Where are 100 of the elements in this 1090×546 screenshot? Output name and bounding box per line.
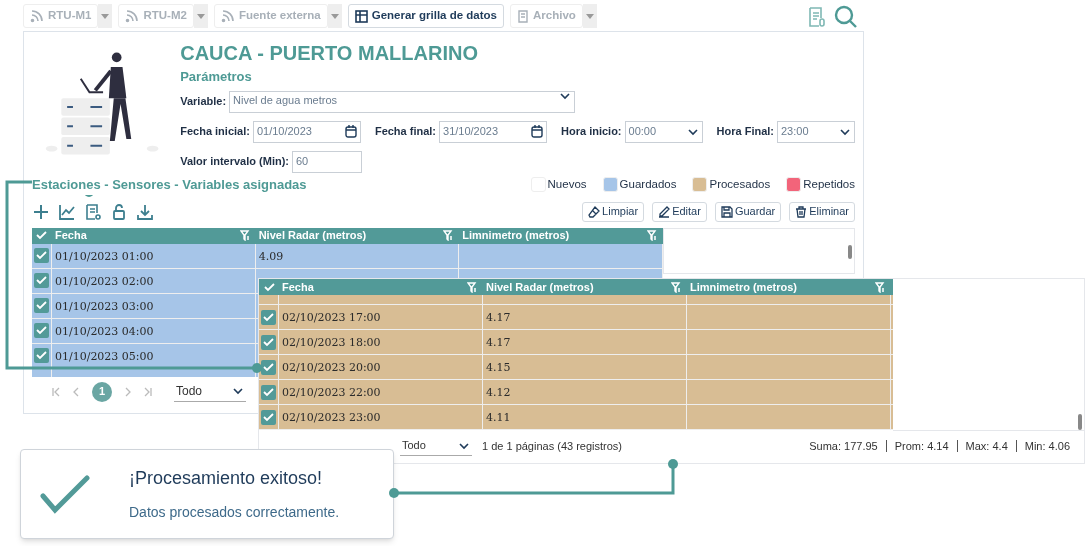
filter-icon[interactable]: [647, 230, 657, 241]
pagination-summary: 1 de 1 páginas (43 registros): [482, 438, 623, 454]
action-button[interactable]: Editar: [652, 201, 707, 222]
check-icon[interactable]: [263, 282, 275, 292]
legend-label: Nuevos: [547, 177, 587, 193]
row-checkbox[interactable]: [261, 334, 276, 350]
row-checkbox[interactable]: [34, 248, 49, 263]
section-title: Parámetros: [180, 68, 253, 86]
field-label: Valor intervalo (Min):: [180, 154, 289, 170]
pencil-icon: [658, 205, 671, 218]
page-size-select[interactable]: Todo: [400, 436, 472, 456]
check-icon: [36, 276, 47, 285]
chevron-icon: [839, 127, 851, 136]
input-field[interactable]: 01/10/2023: [252, 120, 361, 143]
row-checkbox[interactable]: [261, 384, 276, 400]
eraser-icon: [588, 205, 601, 218]
column-header[interactable]: Fecha: [282, 279, 314, 296]
table-cell: 01/10/2023 01:00: [51, 243, 256, 268]
calendar-icon: [344, 125, 357, 138]
row-checkbox[interactable]: [34, 323, 49, 338]
first-page-icon[interactable]: [52, 386, 60, 397]
row-checkbox[interactable]: [34, 273, 49, 288]
column-header[interactable]: Limnimetro (metros): [462, 227, 570, 244]
document-icon[interactable]: [806, 6, 828, 28]
table-icon: [354, 9, 368, 23]
scrollbar[interactable]: [848, 244, 852, 259]
table-cell: 02/10/2023 17:00: [279, 305, 483, 329]
filter-icon[interactable]: [467, 281, 477, 293]
input-field[interactable]: 31/10/2023: [439, 120, 548, 143]
action-button[interactable]: Limpiar: [582, 201, 645, 222]
station-title: CAUCA - PUERTO MALLARINO: [180, 41, 479, 66]
lock-icon[interactable]: [110, 202, 128, 221]
row-checkbox[interactable]: [261, 359, 276, 375]
search-icon[interactable]: [834, 5, 858, 29]
column-header[interactable]: Nivel Radar (metros): [258, 227, 367, 244]
rss-icon: [220, 9, 235, 23]
check-icon: [263, 337, 274, 347]
check-icon: [36, 351, 47, 360]
check-icon[interactable]: [36, 231, 48, 240]
dropdown-button[interactable]: [98, 4, 113, 28]
check-icon: [263, 387, 274, 397]
rss-icon: [30, 9, 44, 23]
column-header[interactable]: Nivel Radar (metros): [486, 279, 594, 296]
action-button[interactable]: Guardar: [714, 201, 782, 222]
field-label: Hora Final:: [716, 124, 774, 140]
table-cell: 4.11: [483, 405, 687, 429]
table-cell: 01/10/2023 04:00: [51, 318, 256, 343]
column-header[interactable]: Limnimetro (metros): [690, 279, 797, 296]
caret-icon: [585, 13, 594, 19]
field-label: Variable:: [180, 94, 227, 110]
previous-page-icon[interactable]: [72, 386, 80, 397]
table-cell: 4.17: [483, 305, 687, 329]
row-checkbox[interactable]: [261, 409, 276, 425]
summary-stat: Min: 4.06: [1024, 438, 1070, 454]
table-cell: 4.17: [483, 330, 687, 354]
row-checkbox[interactable]: [34, 298, 49, 313]
field-label: Fecha final:: [374, 124, 437, 140]
check-icon: [36, 326, 47, 335]
table-cell: 4.15: [483, 355, 687, 379]
document-icon[interactable]: [84, 202, 102, 221]
chevron-icon: [232, 387, 244, 395]
check-icon: [263, 312, 274, 322]
legend-label: Procesados: [709, 177, 771, 193]
trash-icon: [795, 205, 808, 218]
column-header[interactable]: Fecha: [54, 227, 87, 244]
last-page-icon[interactable]: [144, 386, 152, 397]
select-field[interactable]: Nivel de agua metros: [229, 90, 576, 113]
summary-stat: Max: 4.4: [965, 438, 1008, 454]
filter-icon[interactable]: [443, 230, 454, 241]
caret-icon: [101, 13, 110, 19]
row-checkbox[interactable]: [34, 348, 49, 363]
field-label: Fecha inicial:: [180, 124, 250, 140]
toolbar-button[interactable]: Generar grilla de datos: [347, 4, 504, 28]
input-field[interactable]: 60: [292, 150, 362, 173]
summary-stat: Suma: 177.95: [809, 438, 878, 454]
filter-icon[interactable]: [671, 281, 681, 293]
chart-icon[interactable]: [58, 202, 76, 221]
filter-icon[interactable]: [239, 230, 250, 241]
check-icon: [39, 474, 91, 514]
calendar-icon: [531, 125, 544, 138]
table-cell: 4.09: [255, 243, 460, 268]
select-field[interactable]: 00:00: [624, 120, 703, 143]
download-icon[interactable]: [136, 202, 154, 221]
scrollbar[interactable]: [1078, 414, 1082, 430]
page-size-select[interactable]: Todo: [174, 381, 246, 402]
row-checkbox[interactable]: [261, 309, 276, 325]
rss-icon: [125, 9, 140, 23]
save-icon: [720, 205, 733, 218]
chevron-icon: [686, 127, 699, 136]
action-button[interactable]: Eliminar: [789, 201, 855, 222]
select-field[interactable]: 23:00: [777, 120, 855, 143]
filter-icon[interactable]: [875, 281, 885, 293]
check-icon: [36, 251, 47, 260]
add-icon[interactable]: [32, 202, 50, 221]
legend-label: Guardados: [619, 177, 677, 193]
document-icon: [517, 9, 529, 23]
check-icon: [263, 412, 274, 422]
legend-label: Repetidos: [803, 177, 855, 193]
next-page-icon[interactable]: [124, 386, 132, 397]
page-button[interactable]: 1: [92, 381, 112, 402]
